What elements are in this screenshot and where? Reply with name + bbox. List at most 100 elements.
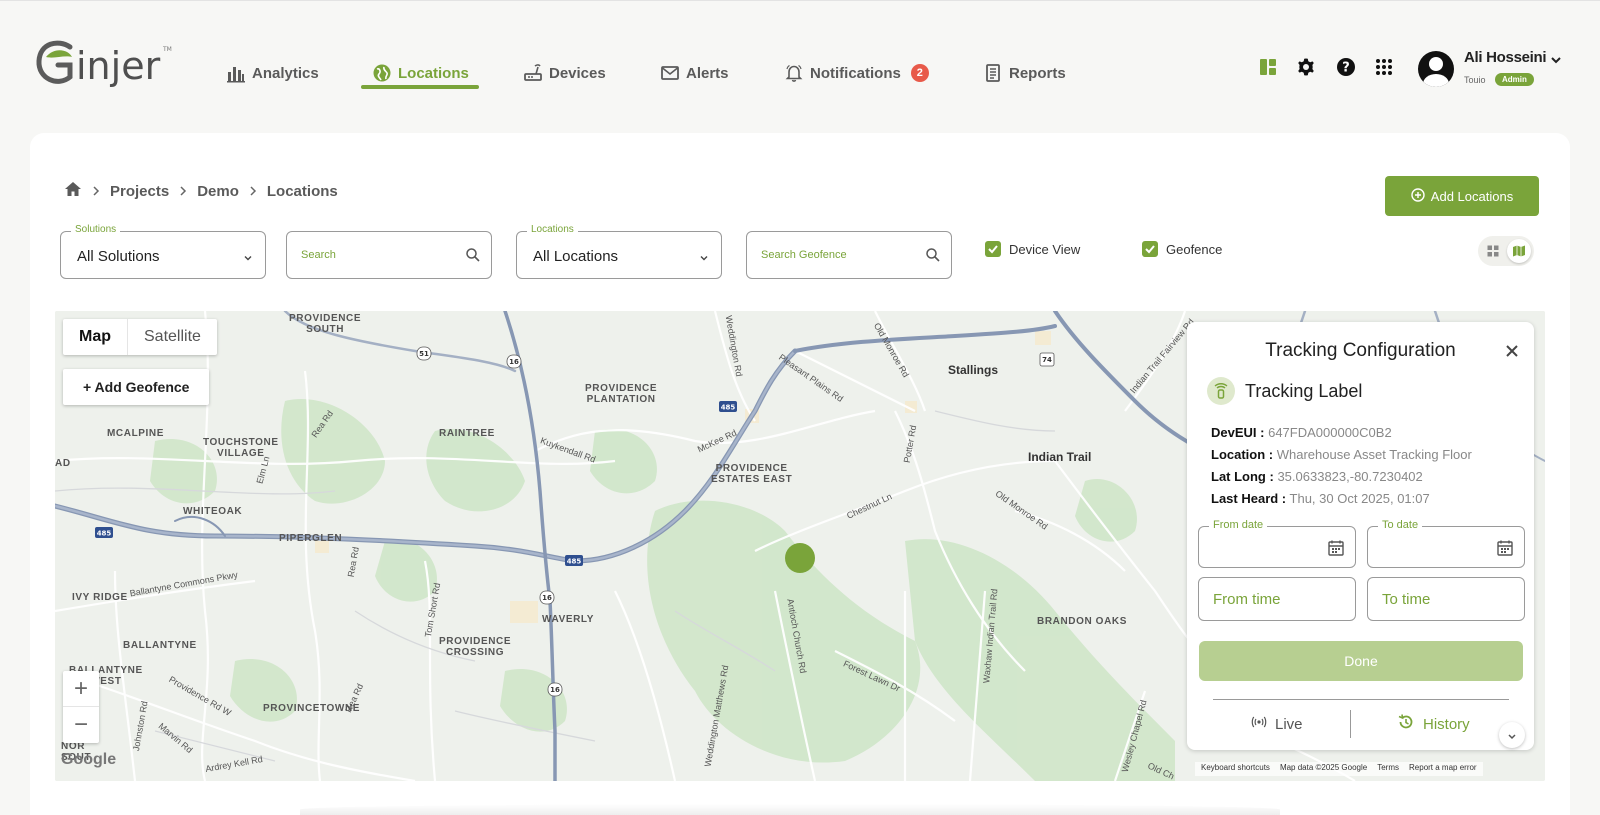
map-label: PROVIDENCE CROSSING: [439, 636, 512, 658]
search-input[interactable]: Search: [286, 231, 492, 279]
bottom-card-edge: [300, 804, 1280, 815]
nav-alerts[interactable]: Alerts: [660, 55, 729, 91]
bar-chart-icon: [226, 63, 246, 83]
view-toggle: [1478, 236, 1534, 266]
i485-shield: 485: [721, 404, 736, 412]
map-label: Indian Trail: [1028, 450, 1092, 464]
nav-analytics[interactable]: Analytics: [226, 55, 319, 91]
user-name[interactable]: Ali Hosseini: [1464, 49, 1547, 66]
scroll-down-button[interactable]: [1499, 722, 1525, 748]
add-locations-button[interactable]: Add Locations: [1385, 176, 1539, 216]
zoom-in-button[interactable]: +: [63, 671, 99, 707]
tracking-configuration-panel: Tracking Configuration Tracking Label De…: [1187, 322, 1534, 750]
calendar-icon[interactable]: [1496, 539, 1514, 557]
tab-separator: [1350, 710, 1351, 738]
help-icon[interactable]: ?: [1334, 55, 1358, 79]
map-label: WHITEOAK: [183, 506, 243, 517]
deveui-value: 647FDA000000C0B2: [1268, 425, 1392, 440]
notifications-count-badge: 2: [910, 64, 929, 82]
add-locations-label: Add Locations: [1430, 188, 1514, 204]
search-geofence-placeholder: Search Geofence: [761, 249, 847, 261]
google-logo[interactable]: Google: [61, 751, 116, 769]
close-icon[interactable]: [1505, 344, 1519, 358]
tab-live[interactable]: Live: [1251, 704, 1303, 744]
to-time-placeholder: To time: [1382, 591, 1431, 608]
keyboard-shortcuts-link[interactable]: Keyboard shortcuts: [1201, 763, 1270, 775]
nav-notifications[interactable]: Notifications 2: [784, 55, 929, 91]
chevron-right-icon: [249, 186, 257, 196]
breadcrumb-locations[interactable]: Locations: [267, 183, 338, 200]
from-date-field[interactable]: From date: [1198, 519, 1356, 568]
active-tab-indicator: [361, 85, 479, 89]
breadcrumb-demo[interactable]: Demo: [197, 183, 239, 200]
chevron-down-icon[interactable]: [1550, 53, 1562, 65]
map-label: RAINTREE: [439, 428, 495, 439]
chevron-right-icon: [92, 186, 100, 196]
broadcast-icon: [1251, 715, 1267, 733]
tracker-device-icon: [1207, 377, 1235, 405]
i485-shield: 485: [97, 530, 112, 538]
map-type-map-button[interactable]: Map: [63, 319, 127, 355]
last-heard-value: Thu, 30 Oct 2025, 01:07: [1289, 491, 1430, 506]
solutions-select[interactable]: Solutions All Solutions: [60, 224, 266, 279]
nav-notifications-label: Notifications: [810, 64, 901, 82]
dashboard-layout-icon[interactable]: [1256, 55, 1280, 79]
deveui-key: DevEUI :: [1211, 425, 1265, 440]
map-label: Stallings: [948, 363, 999, 377]
report-icon: [983, 63, 1003, 83]
user-role-badge: Admin: [1495, 73, 1534, 86]
nav-reports[interactable]: Reports: [983, 55, 1066, 91]
report-error-link[interactable]: Report a map error: [1409, 763, 1477, 775]
tab-history[interactable]: History: [1397, 704, 1470, 744]
add-circle-icon: [1411, 187, 1425, 205]
terms-link[interactable]: Terms: [1377, 763, 1399, 775]
geofence-label: Geofence: [1166, 241, 1223, 257]
breadcrumb-projects[interactable]: Projects: [110, 183, 169, 200]
latlong-key: Lat Long :: [1211, 469, 1274, 484]
map-view-icon[interactable]: [1507, 239, 1531, 263]
top-navigation: injer TM Analytics Locations Devices Ale…: [0, 0, 1600, 110]
device-marker[interactable]: [785, 543, 815, 573]
solutions-value: All Solutions: [77, 248, 160, 265]
to-date-label: To date: [1378, 519, 1423, 531]
nav-analytics-label: Analytics: [252, 64, 319, 82]
geofence-checkbox[interactable]: Geofence: [1142, 241, 1222, 257]
search-placeholder: Search: [301, 249, 336, 261]
nav-devices-label: Devices: [549, 64, 606, 82]
home-icon[interactable]: [64, 181, 82, 201]
search-geofence-input[interactable]: Search Geofence: [746, 231, 952, 279]
latlong-value: 35.0633823,-80.7230402: [1277, 469, 1423, 484]
add-geofence-button[interactable]: + Add Geofence: [63, 369, 210, 405]
to-time-field[interactable]: To time: [1367, 577, 1525, 621]
locations-select[interactable]: Locations All Locations: [516, 224, 722, 279]
location-value: Wharehouse Asset Tracking Floor: [1276, 447, 1472, 462]
svg-text:?: ?: [1342, 61, 1350, 76]
nav-reports-label: Reports: [1009, 64, 1066, 82]
nav-devices[interactable]: Devices: [523, 55, 606, 91]
svg-text:TM: TM: [162, 46, 172, 53]
search-icon: [465, 247, 481, 263]
tab-history-label: History: [1423, 715, 1470, 733]
done-button[interactable]: Done: [1199, 641, 1523, 681]
zoom-control: + −: [63, 671, 99, 743]
apps-grid-icon[interactable]: [1372, 55, 1396, 79]
globe-icon: [372, 63, 392, 83]
to-date-field[interactable]: To date: [1367, 519, 1525, 568]
chevron-down-icon: [243, 250, 253, 261]
location-key: Location :: [1211, 447, 1274, 462]
device-view-checkbox[interactable]: Device View: [985, 241, 1080, 257]
map-label: PROVIDENCE SOUTH: [289, 313, 362, 335]
gear-icon[interactable]: [1294, 55, 1318, 79]
avatar[interactable]: [1418, 51, 1454, 87]
grid-view-icon[interactable]: [1481, 239, 1505, 263]
map-type-control: Map Satellite: [63, 319, 217, 355]
nav-locations-label: Locations: [398, 64, 469, 82]
nav-alerts-label: Alerts: [686, 64, 729, 82]
from-time-field[interactable]: From time: [1198, 577, 1356, 621]
map-label: AD: [55, 458, 71, 469]
map-type-satellite-button[interactable]: Satellite: [127, 319, 217, 355]
calendar-icon[interactable]: [1327, 539, 1345, 557]
solutions-label: Solutions: [71, 224, 121, 235]
ginjer-logo[interactable]: injer TM: [36, 37, 176, 95]
zoom-out-button[interactable]: −: [63, 707, 99, 743]
